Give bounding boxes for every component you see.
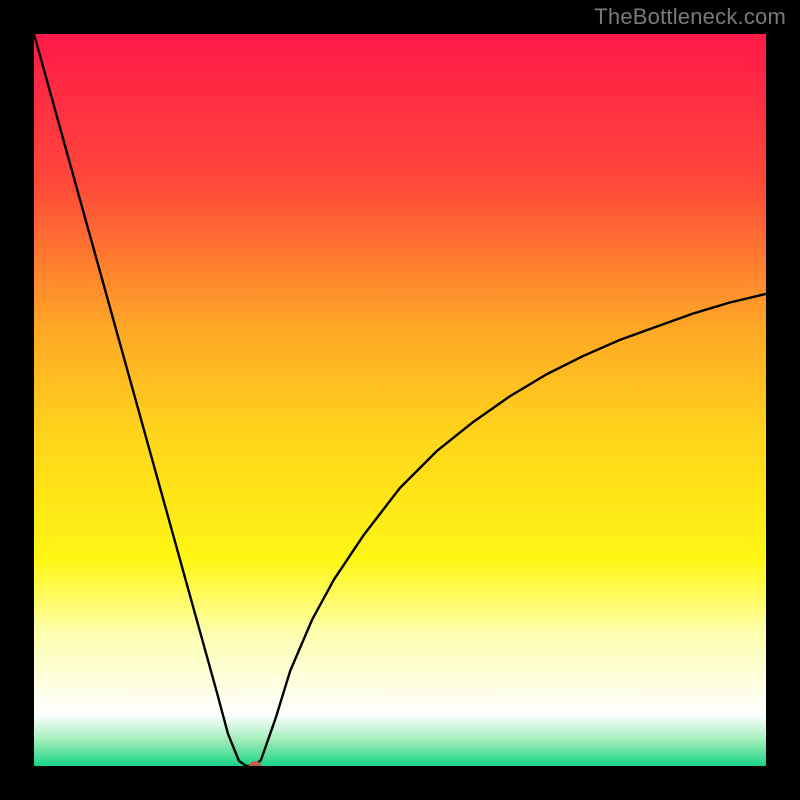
watermark-text: TheBottleneck.com xyxy=(594,4,786,30)
chart-frame: TheBottleneck.com xyxy=(0,0,800,800)
chart-svg xyxy=(34,34,766,766)
plot-area xyxy=(34,34,766,766)
gradient-background xyxy=(34,34,766,766)
